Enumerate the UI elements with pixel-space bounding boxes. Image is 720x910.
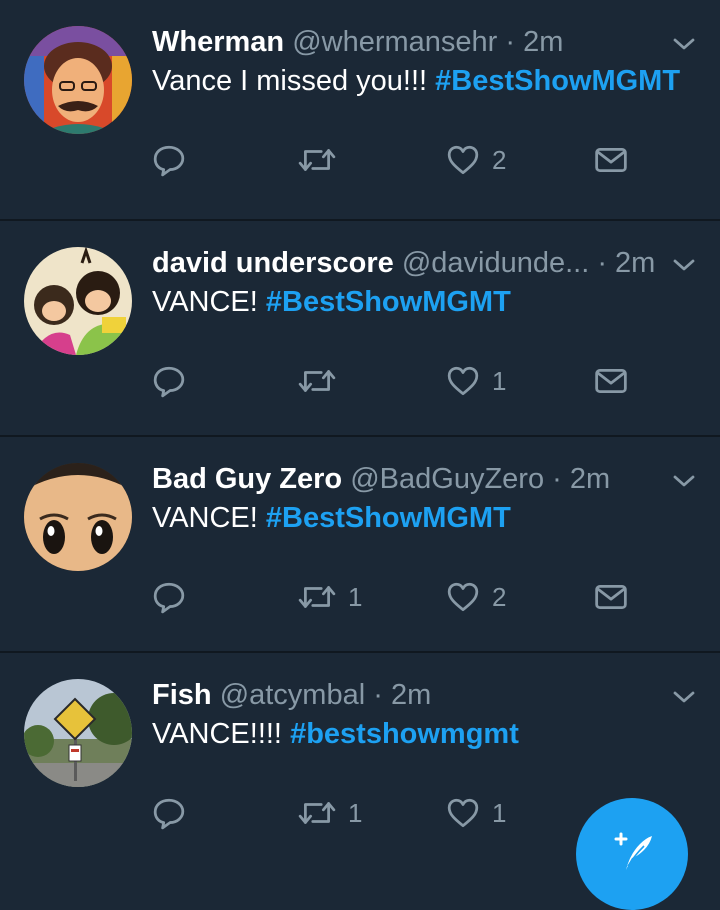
envelope-icon bbox=[594, 364, 628, 398]
timeline: Wherman @whermansehr · 2m Vance I missed… bbox=[0, 0, 720, 883]
chevron-down-icon[interactable] bbox=[672, 32, 696, 56]
user-handle[interactable]: @BadGuyZero bbox=[350, 463, 544, 495]
retweet-button[interactable]: 1 bbox=[298, 577, 362, 617]
avatar[interactable] bbox=[24, 463, 132, 571]
direct-message-button[interactable] bbox=[594, 577, 628, 617]
heart-icon bbox=[446, 364, 480, 398]
reply-icon bbox=[152, 580, 186, 614]
like-count: 1 bbox=[492, 797, 507, 828]
reply-icon bbox=[152, 796, 186, 830]
reply-button[interactable] bbox=[152, 577, 186, 617]
retweet-button[interactable] bbox=[298, 361, 348, 401]
direct-message-button[interactable] bbox=[594, 361, 628, 401]
avatar[interactable] bbox=[24, 679, 132, 787]
reply-icon bbox=[152, 143, 186, 177]
direct-message-button[interactable] bbox=[594, 140, 628, 180]
user-handle[interactable]: @atcymbal bbox=[220, 679, 365, 711]
chevron-down-icon[interactable] bbox=[672, 253, 696, 277]
retweet-icon bbox=[298, 143, 336, 177]
envelope-icon bbox=[594, 143, 628, 177]
envelope-icon bbox=[594, 580, 628, 614]
display-name[interactable]: Wherman bbox=[152, 26, 284, 58]
hashtag-link[interactable]: #BestShowMGMT bbox=[435, 65, 680, 97]
retweet-count: 1 bbox=[348, 797, 363, 828]
separator-dot: · bbox=[589, 247, 616, 279]
reply-icon bbox=[152, 364, 186, 398]
tweet[interactable]: Wherman @whermansehr · 2m Vance I missed… bbox=[0, 0, 720, 221]
retweet-button[interactable] bbox=[298, 140, 348, 180]
heart-icon bbox=[446, 796, 480, 830]
heart-icon bbox=[446, 580, 480, 614]
hashtag-link[interactable]: #BestShowMGMT bbox=[266, 502, 511, 534]
retweet-icon bbox=[298, 364, 336, 398]
avatar[interactable] bbox=[24, 247, 132, 355]
tweet[interactable]: david underscore @davidunde... · 2m VANC… bbox=[0, 221, 720, 437]
like-button[interactable]: 1 bbox=[446, 793, 506, 833]
tweet[interactable]: Bad Guy Zero @BadGuyZero · 2m VANCE! #Be… bbox=[0, 437, 720, 653]
user-handle[interactable]: @davidunde... bbox=[402, 247, 589, 279]
compose-tweet-button[interactable] bbox=[576, 798, 688, 910]
retweet-icon bbox=[298, 796, 336, 830]
compose-tweet-icon bbox=[610, 830, 654, 879]
chevron-down-icon[interactable] bbox=[672, 469, 696, 493]
retweet-icon bbox=[298, 580, 336, 614]
like-button[interactable]: 1 bbox=[446, 361, 506, 401]
retweet-count: 1 bbox=[348, 581, 363, 612]
hashtag-link[interactable]: #BestShowMGMT bbox=[266, 286, 511, 318]
tweet-header: david underscore @davidunde... · 2m bbox=[152, 245, 655, 281]
tweet-header: Bad Guy Zero @BadGuyZero · 2m bbox=[152, 461, 650, 497]
tweet-text: VANCE! #BestShowMGMT bbox=[152, 283, 696, 321]
like-button[interactable]: 2 bbox=[446, 577, 506, 617]
heart-icon bbox=[446, 143, 480, 177]
reply-button[interactable] bbox=[152, 140, 186, 180]
reply-button[interactable] bbox=[152, 793, 186, 833]
avatar[interactable] bbox=[24, 26, 132, 134]
like-count: 2 bbox=[492, 144, 507, 175]
reply-button[interactable] bbox=[152, 361, 186, 401]
tweet-body: VANCE! bbox=[152, 502, 266, 534]
retweet-button[interactable]: 1 bbox=[298, 793, 362, 833]
tweet-timestamp[interactable]: 2m bbox=[615, 247, 655, 279]
separator-dot: · bbox=[497, 26, 524, 58]
tweet-timestamp[interactable]: 2m bbox=[523, 26, 563, 58]
tweet-timestamp[interactable]: 2m bbox=[391, 679, 431, 711]
tweet-timestamp[interactable]: 2m bbox=[570, 463, 610, 495]
user-handle[interactable]: @whermansehr bbox=[292, 26, 497, 58]
tweet-header: Wherman @whermansehr · 2m bbox=[152, 24, 650, 60]
display-name[interactable]: david underscore bbox=[152, 247, 394, 279]
separator-dot: · bbox=[365, 679, 391, 711]
tweet-actions: 2 bbox=[152, 140, 696, 180]
like-button[interactable]: 2 bbox=[446, 140, 506, 180]
tweet-actions: 1 bbox=[152, 361, 696, 401]
like-count: 1 bbox=[492, 365, 507, 396]
tweet-text: VANCE!!!! #bestshowmgmt bbox=[152, 715, 696, 753]
display-name[interactable]: Bad Guy Zero bbox=[152, 463, 342, 495]
tweet-actions: 1 2 bbox=[152, 577, 696, 617]
tweet-body: VANCE! bbox=[152, 286, 266, 318]
display-name[interactable]: Fish bbox=[152, 679, 212, 711]
chevron-down-icon[interactable] bbox=[672, 685, 696, 709]
tweet-header: Fish @atcymbal · 2m bbox=[152, 677, 650, 713]
tweet-body: Vance I missed you!!! bbox=[152, 65, 436, 97]
tweet-text: Vance I missed you!!! #BestShowMGMT bbox=[152, 62, 696, 100]
hashtag-link[interactable]: #bestshowmgmt bbox=[290, 718, 519, 750]
separator-dot: · bbox=[544, 463, 570, 495]
tweet-text: VANCE! #BestShowMGMT bbox=[152, 499, 696, 537]
tweet-body: VANCE!!!! bbox=[152, 718, 291, 750]
like-count: 2 bbox=[492, 581, 507, 612]
